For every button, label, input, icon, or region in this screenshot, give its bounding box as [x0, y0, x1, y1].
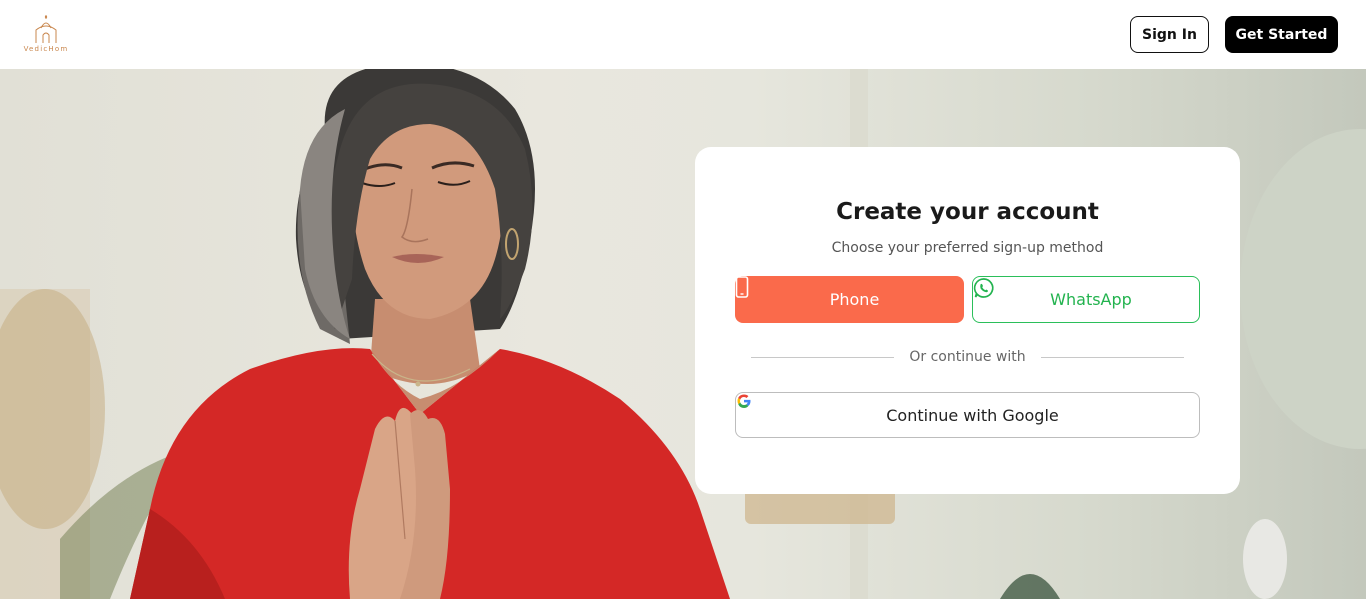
whatsapp-signup-label: WhatsApp — [1050, 290, 1132, 309]
google-signup-button[interactable]: Continue with Google — [735, 392, 1200, 438]
signup-card: Create your account Choose your preferre… — [695, 147, 1240, 494]
temple-icon — [35, 15, 57, 43]
google-signup-label: Continue with Google — [886, 405, 1059, 425]
sign-in-button[interactable]: Sign In — [1130, 16, 1209, 53]
whatsapp-signup-button[interactable]: WhatsApp — [972, 276, 1200, 323]
get-started-button[interactable]: Get Started — [1225, 16, 1338, 53]
divider-line-right — [1041, 357, 1184, 358]
brand-logo-text: VedicHom — [23, 45, 69, 53]
brand-logo[interactable]: VedicHom — [19, 14, 73, 56]
signup-subtitle: Choose your preferred sign-up method — [831, 240, 1104, 256]
hero-section: Create your account Choose your preferre… — [0, 69, 1366, 599]
top-nav: VedicHom Sign In Get Started — [0, 0, 1366, 69]
phone-signup-button[interactable]: Phone — [735, 276, 964, 323]
signup-title: Create your account — [836, 199, 1099, 225]
phone-signup-label: Phone — [829, 290, 880, 309]
